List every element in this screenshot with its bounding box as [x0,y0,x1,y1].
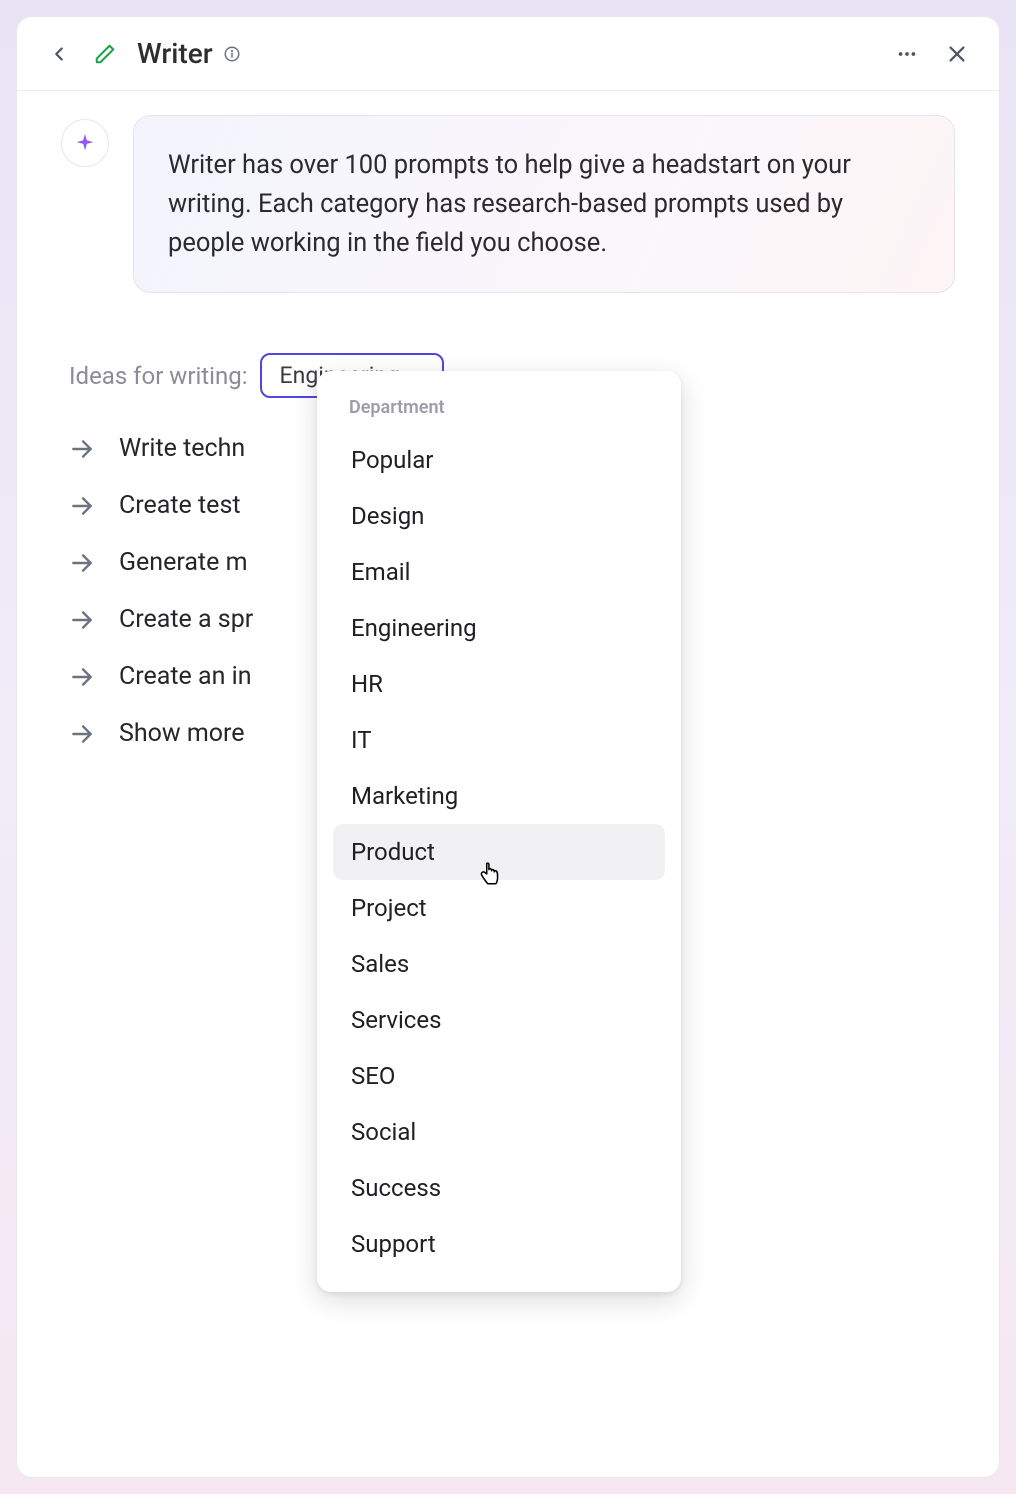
edit-button[interactable] [91,40,119,68]
intro-message: Writer has over 100 prompts to help give… [133,115,955,293]
more-button[interactable] [893,40,921,68]
menu-item[interactable]: Popular [333,432,665,488]
header-actions [893,40,971,68]
arrow-right-icon [69,664,95,690]
menu-item[interactable]: Product [333,824,665,880]
menu-item[interactable]: Sales [333,936,665,992]
arrow-right-icon [69,550,95,576]
arrow-right-icon [69,436,95,462]
idea-item-label: Generate m [119,548,248,577]
idea-item-label: Create an in [119,662,252,691]
panel-body: Writer has over 100 prompts to help give… [17,91,999,786]
info-icon[interactable] [223,45,241,63]
menu-item[interactable]: SEO [333,1048,665,1104]
menu-item[interactable]: Project [333,880,665,936]
menu-item[interactable]: Engineering [333,600,665,656]
arrow-right-icon [69,607,95,633]
menu-item[interactable]: Marketing [333,768,665,824]
back-button[interactable] [45,40,73,68]
sparkle-icon [74,132,96,154]
intro-row: Writer has over 100 prompts to help give… [61,115,955,293]
idea-item-label: Create a spr [119,605,253,634]
menu-item[interactable]: Social [333,1104,665,1160]
panel-header: Writer [17,17,999,91]
category-menu: Department PopularDesignEmailEngineering… [317,371,681,1292]
menu-item[interactable]: Design [333,488,665,544]
menu-item[interactable]: Support [333,1216,665,1272]
idea-item-label: Show more [119,719,245,748]
menu-item[interactable]: HR [333,656,665,712]
pencil-icon [94,43,116,65]
writer-panel: Writer [16,16,1000,1478]
menu-item[interactable]: IT [333,712,665,768]
close-icon [946,43,968,65]
page-title: Writer [137,37,213,70]
more-horizontal-icon [896,43,918,65]
menu-section-label: Department [333,389,665,432]
close-button[interactable] [943,40,971,68]
menu-item[interactable]: Services [333,992,665,1048]
title-wrap: Writer [137,37,875,70]
arrow-right-icon [69,493,95,519]
menu-item[interactable]: Email [333,544,665,600]
ideas-label: Ideas for writing: [69,362,248,390]
idea-item-label: Write techn [119,434,245,463]
idea-item-label: Create test [119,491,241,520]
ai-avatar [61,119,109,167]
arrow-right-icon [69,721,95,747]
menu-item[interactable]: Success [333,1160,665,1216]
chevron-left-icon [48,43,70,65]
